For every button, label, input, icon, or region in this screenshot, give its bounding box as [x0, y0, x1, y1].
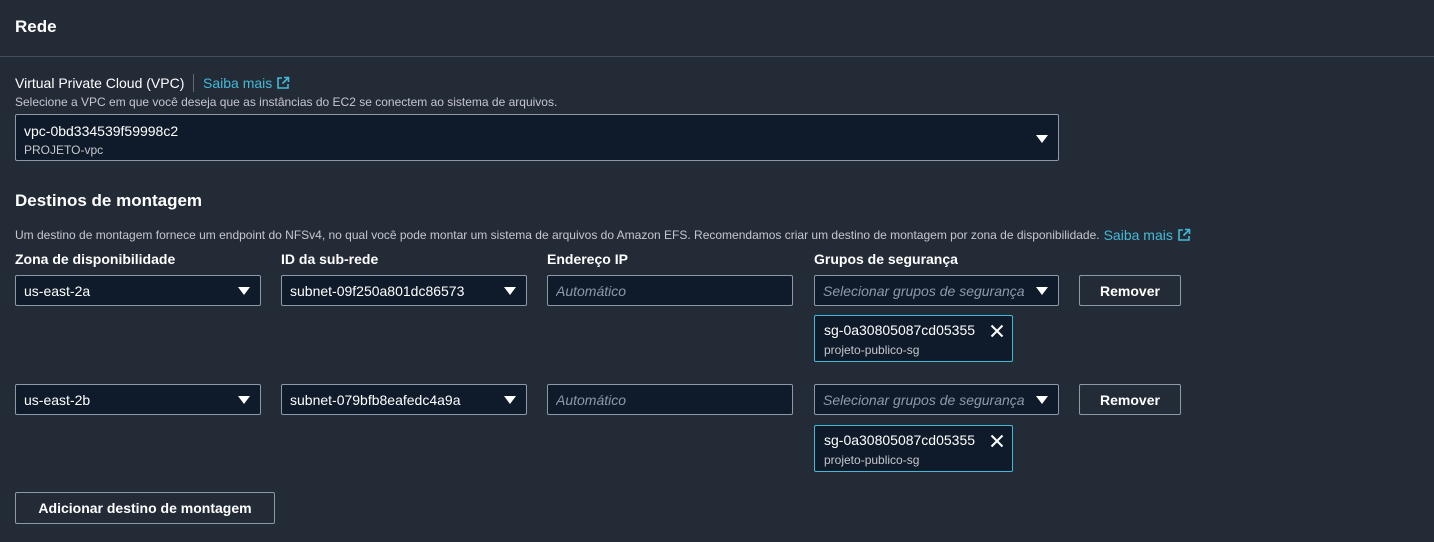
caret-down-icon — [504, 287, 516, 295]
section-title: Rede — [15, 17, 57, 36]
subnet-select-value: subnet-079bfb8eafedc4a9a — [290, 392, 461, 408]
mount-targets-learn-more-label: Saiba mais — [1103, 227, 1173, 243]
external-link-icon — [276, 76, 290, 90]
security-groups-placeholder: Selecionar grupos de segurança — [823, 283, 1025, 299]
token-group-id: sg-0a30805087cd05355 — [824, 432, 976, 448]
security-groups-select-row-1[interactable]: Selecionar grupos de segurança — [814, 275, 1059, 306]
token-group-name: projeto-publico-sg — [824, 343, 920, 357]
vpc-label: Virtual Private Cloud (VPC) — [15, 75, 185, 91]
column-header-ip: Endereço IP — [547, 251, 628, 267]
remove-button-row-1[interactable]: Remover — [1079, 275, 1181, 306]
external-link-icon — [1177, 228, 1191, 242]
caret-down-icon — [504, 396, 516, 404]
ip-address-input-row-1[interactable] — [547, 275, 793, 306]
token-group-name: projeto-publico-sg — [824, 453, 920, 467]
column-header-subnet: ID da sub-rede — [281, 251, 379, 267]
vpc-select[interactable]: vpc-0bd334539f59998c2 PROJETO-vpc — [15, 114, 1059, 161]
vpc-learn-more-label: Saiba mais — [203, 75, 273, 91]
column-header-sg: Grupos de segurança — [814, 251, 958, 267]
az-select-row-2[interactable]: us-east-2b — [15, 384, 261, 415]
subnet-select-row-2[interactable]: subnet-079bfb8eafedc4a9a — [281, 384, 527, 415]
token-group-id: sg-0a30805087cd05355 — [824, 322, 976, 338]
label-divider — [193, 74, 194, 92]
column-header-az: Zona de disponibilidade — [15, 251, 176, 267]
subnet-select-row-1[interactable]: subnet-09f250a801dc86573 — [281, 275, 527, 306]
add-mount-target-button[interactable]: Adicionar destino de montagem — [15, 492, 275, 524]
security-group-token-row-1: sg-0a30805087cd05355 projeto-publico-sg — [814, 315, 1013, 362]
security-groups-placeholder: Selecionar grupos de segurança — [823, 392, 1025, 408]
close-icon[interactable] — [990, 324, 1004, 338]
ip-address-input-row-2[interactable] — [547, 384, 793, 415]
security-group-token-row-2: sg-0a30805087cd05355 projeto-publico-sg — [814, 425, 1013, 472]
security-groups-select-row-2[interactable]: Selecionar grupos de segurança — [814, 384, 1059, 415]
caret-down-icon — [1036, 396, 1048, 404]
az-select-row-1[interactable]: us-east-2a — [15, 275, 261, 306]
vpc-description: Selecione a VPC em que você deseja que a… — [15, 95, 558, 109]
section-header: Rede — [0, 0, 1434, 57]
mount-targets-learn-more-link[interactable]: Saiba mais — [1104, 227, 1191, 243]
vpc-select-name: PROJETO-vpc — [24, 143, 104, 157]
remove-button-row-2[interactable]: Remover — [1079, 384, 1181, 415]
caret-down-icon — [238, 396, 250, 404]
mount-targets-description-row: Um destino de montagem fornece um endpoi… — [15, 227, 1191, 243]
az-select-value: us-east-2b — [24, 392, 91, 408]
vpc-select-value: vpc-0bd334539f59998c2 — [24, 123, 179, 139]
mount-targets-description: Um destino de montagem fornece um endpoi… — [15, 228, 1100, 242]
mount-targets-title: Destinos de montagem — [15, 191, 203, 210]
caret-down-icon — [1036, 135, 1048, 143]
caret-down-icon — [238, 287, 250, 295]
subnet-select-value: subnet-09f250a801dc86573 — [290, 283, 465, 299]
az-select-value: us-east-2a — [24, 283, 91, 299]
caret-down-icon — [1036, 287, 1048, 295]
close-icon[interactable] — [990, 434, 1004, 448]
vpc-learn-more-link[interactable]: Saiba mais — [203, 75, 290, 91]
